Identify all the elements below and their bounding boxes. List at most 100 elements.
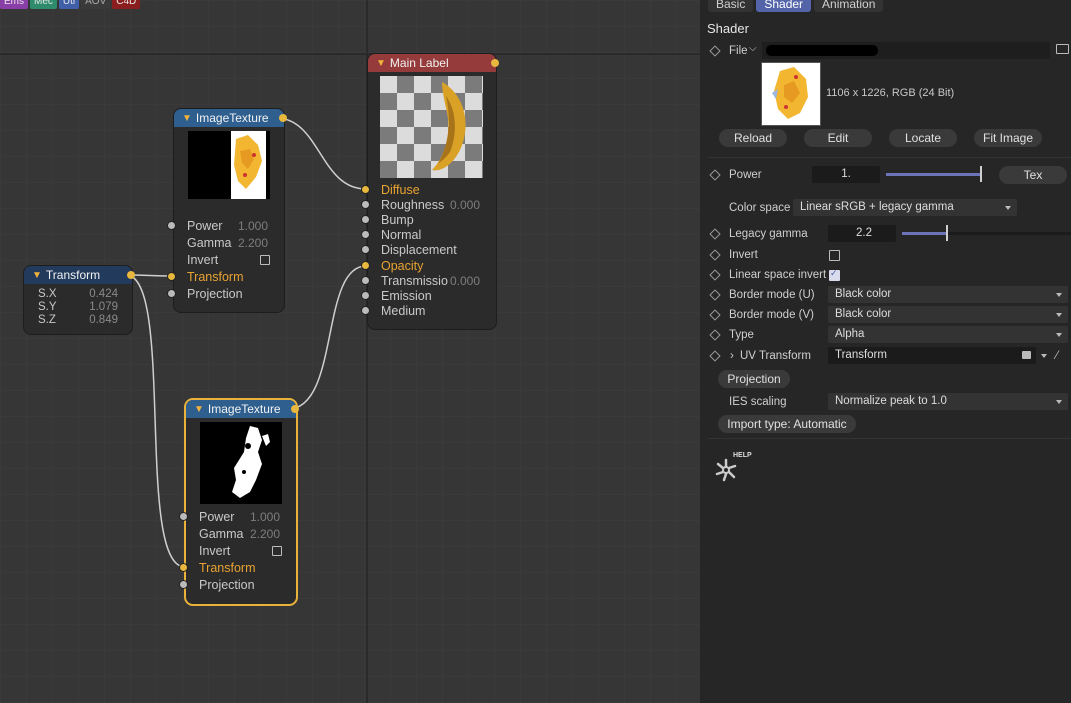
collapse-arrow-icon[interactable]: ▼ bbox=[182, 113, 192, 124]
ies-scaling-dropdown[interactable]: Normalize peak to 1.0 bbox=[828, 393, 1068, 410]
image-texture-node-1[interactable]: ▼ ImageTexture Power 1.000 Gamma 2.200 I… bbox=[168, 109, 287, 312]
node-editor[interactable]: Ems Mec Uti AOV C4D ▼ ImageTexture Power… bbox=[0, 0, 700, 703]
help-button[interactable]: HELP bbox=[712, 452, 752, 486]
transform-node[interactable]: ▼ Transform S.X 0.424 S.Y 1.079 S.Z 0.84… bbox=[24, 266, 135, 334]
output-pin[interactable] bbox=[491, 59, 499, 67]
bump-input-pin[interactable] bbox=[362, 216, 369, 223]
invert-checkbox[interactable] bbox=[829, 250, 840, 261]
transform-row[interactable]: Transform bbox=[168, 268, 284, 285]
roughness-value[interactable]: 0.000 bbox=[450, 198, 480, 212]
projection-row[interactable]: Projection bbox=[168, 285, 284, 302]
node-header[interactable]: ▼ ImageTexture bbox=[174, 109, 287, 127]
projection-input-pin[interactable] bbox=[180, 581, 187, 588]
type-dropdown[interactable]: Alpha bbox=[828, 326, 1068, 343]
collapse-arrow-icon[interactable]: ▼ bbox=[376, 58, 386, 69]
keyframe-diamond-icon[interactable] bbox=[709, 329, 721, 341]
node-header[interactable]: ▼ Main Label bbox=[368, 54, 499, 72]
locate-button[interactable]: Locate bbox=[889, 129, 957, 147]
power-input[interactable]: 1. bbox=[812, 166, 880, 183]
transform-input-pin[interactable] bbox=[180, 564, 187, 571]
legacy-gamma-slider-handle[interactable] bbox=[946, 225, 948, 241]
legacy-gamma-input[interactable]: 2.2 bbox=[828, 225, 896, 242]
power-input-pin[interactable] bbox=[180, 513, 187, 520]
output-pin[interactable] bbox=[127, 271, 135, 279]
gamma-value[interactable]: 2.200 bbox=[238, 236, 268, 250]
projection-button[interactable]: Projection bbox=[718, 370, 790, 388]
tag-aov[interactable]: AOV bbox=[81, 0, 111, 9]
uv-transform-link-field[interactable]: Transform bbox=[828, 347, 1036, 364]
node-header[interactable]: ▼ ImageTexture bbox=[186, 400, 299, 418]
keyframe-diamond-icon[interactable] bbox=[709, 228, 721, 240]
scale-y-value[interactable]: 1.079 bbox=[89, 301, 118, 314]
diffuse-input-pin[interactable] bbox=[362, 186, 369, 193]
projection-row[interactable]: Projection bbox=[180, 576, 296, 593]
scale-z-row[interactable]: S.Z 0.849 bbox=[38, 314, 118, 327]
image-texture-node-2[interactable]: ▼ ImageTexture Power 1.000 Gamma 2.200 I… bbox=[180, 400, 299, 604]
collapse-arrow-icon[interactable]: ▼ bbox=[32, 270, 42, 281]
border-mode-v-dropdown[interactable]: Black color bbox=[828, 306, 1068, 323]
output-pin[interactable] bbox=[291, 405, 299, 413]
scale-x-value[interactable]: 0.424 bbox=[89, 288, 118, 301]
image-link-icon[interactable] bbox=[1022, 351, 1031, 359]
tex-button[interactable]: Tex bbox=[999, 166, 1067, 184]
collapse-arrow-icon[interactable]: ▼ bbox=[194, 404, 204, 415]
medium-input-pin[interactable] bbox=[362, 307, 369, 314]
edit-button[interactable]: Edit bbox=[804, 129, 872, 147]
tab-animation[interactable]: Animation bbox=[814, 0, 884, 12]
power-value[interactable]: 1.000 bbox=[250, 510, 280, 524]
scale-y-row[interactable]: S.Y 1.079 bbox=[38, 301, 118, 314]
roughness-input-pin[interactable] bbox=[362, 201, 369, 208]
tag-uti[interactable]: Uti bbox=[58, 0, 80, 9]
tag-mec[interactable]: Mec bbox=[30, 0, 57, 9]
file-dropdown-chevron-icon[interactable]: ⌵ bbox=[749, 43, 757, 54]
invert-checkbox[interactable] bbox=[272, 545, 282, 556]
keyframe-diamond-icon[interactable] bbox=[709, 269, 721, 281]
legacy-gamma-slider[interactable] bbox=[902, 225, 1071, 241]
power-input-pin[interactable] bbox=[168, 222, 175, 229]
border-mode-u-dropdown[interactable]: Black color bbox=[828, 286, 1068, 303]
eyedropper-icon[interactable]: ⁄ bbox=[1056, 348, 1058, 362]
power-row[interactable]: Power 1.000 bbox=[168, 217, 284, 234]
gamma-value[interactable]: 2.200 bbox=[250, 527, 280, 541]
keyframe-diamond-icon[interactable] bbox=[709, 350, 721, 362]
power-row[interactable]: Power 1.000 bbox=[180, 508, 296, 525]
pin-row-displacement[interactable]: Displacement bbox=[362, 241, 496, 258]
tag-ems[interactable]: Ems bbox=[0, 0, 28, 9]
file-path-field[interactable]: ...........y.png bbox=[762, 42, 1050, 59]
keyframe-diamond-icon[interactable] bbox=[709, 289, 721, 301]
linear-space-invert-checkbox[interactable] bbox=[829, 268, 840, 281]
transmission-input-pin[interactable] bbox=[362, 277, 369, 284]
tab-shader[interactable]: Shader bbox=[756, 0, 812, 12]
tab-basic[interactable]: Basic bbox=[708, 0, 754, 12]
keyframe-diamond-icon[interactable] bbox=[709, 169, 721, 181]
power-slider-handle[interactable] bbox=[980, 166, 982, 182]
invert-checkbox[interactable] bbox=[260, 254, 270, 265]
gamma-row[interactable]: Gamma 2.200 bbox=[186, 525, 296, 542]
opacity-input-pin[interactable] bbox=[362, 262, 369, 269]
keyframe-diamond-icon[interactable] bbox=[709, 45, 721, 57]
output-pin[interactable] bbox=[279, 114, 287, 122]
expand-chevron-icon[interactable]: › bbox=[730, 350, 734, 362]
fit-image-button[interactable]: Fit Image bbox=[974, 129, 1042, 147]
transform-input-pin[interactable] bbox=[168, 273, 175, 280]
pin-row-medium[interactable]: Medium bbox=[362, 302, 496, 319]
import-type-button[interactable]: Import type: Automatic bbox=[718, 415, 856, 433]
scale-x-row[interactable]: S.X 0.424 bbox=[38, 288, 118, 301]
keyframe-diamond-icon[interactable] bbox=[709, 249, 721, 261]
normal-input-pin[interactable] bbox=[362, 231, 369, 238]
displacement-input-pin[interactable] bbox=[362, 246, 369, 253]
material-node-main-label[interactable]: ▼ Main Label Diffuse Roughness 0.000 Bum… bbox=[362, 54, 499, 329]
invert-row[interactable]: Invert bbox=[174, 251, 284, 268]
projection-input-pin[interactable] bbox=[168, 290, 175, 297]
invert-row[interactable]: Invert bbox=[186, 542, 296, 559]
tag-c4d[interactable]: C4D bbox=[112, 0, 141, 9]
scale-z-value[interactable]: 0.849 bbox=[89, 314, 118, 327]
node-header[interactable]: ▼ Transform bbox=[24, 266, 135, 284]
color-space-dropdown[interactable]: Linear sRGB + legacy gamma bbox=[793, 199, 1017, 216]
keyframe-diamond-icon[interactable] bbox=[709, 309, 721, 321]
reload-button[interactable]: Reload bbox=[719, 129, 787, 147]
transform-row[interactable]: Transform bbox=[180, 559, 296, 576]
power-slider[interactable] bbox=[886, 166, 982, 182]
gamma-row[interactable]: Gamma 2.200 bbox=[174, 234, 284, 251]
emission-input-pin[interactable] bbox=[362, 292, 369, 299]
